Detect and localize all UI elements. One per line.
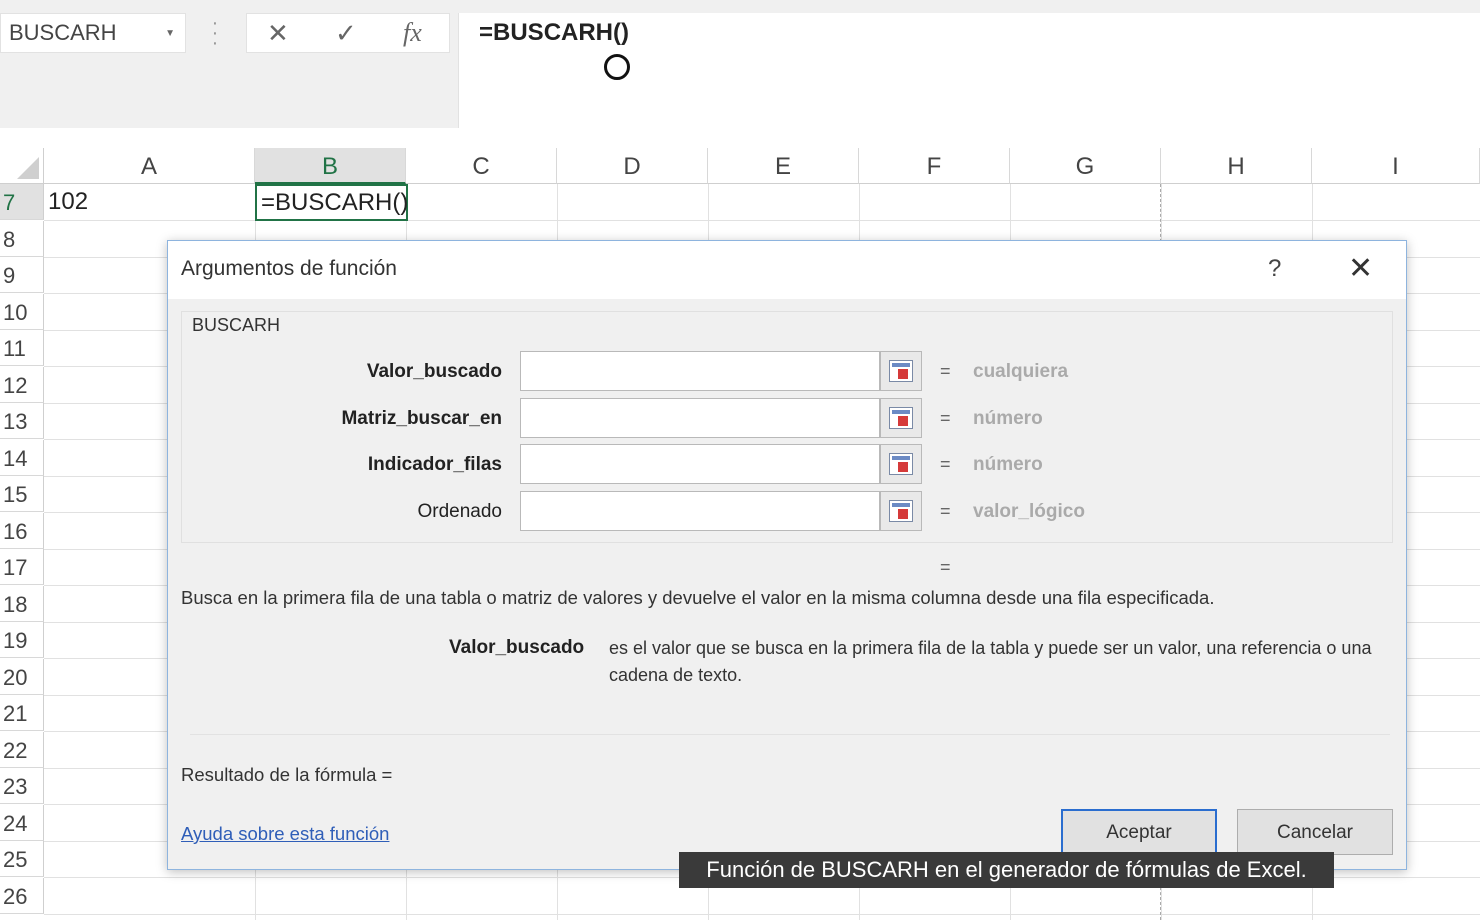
accept-button[interactable]: Aceptar xyxy=(1061,809,1217,855)
select-all-corner[interactable] xyxy=(0,148,44,184)
function-arguments-dialog: Argumentos de función ? ✕ BUSCARH Valor_… xyxy=(167,240,1407,870)
argument-label-indicador-filas: Indicador_filas xyxy=(367,454,502,475)
row-header-14[interactable]: 14 xyxy=(0,439,44,476)
column-header-d[interactable]: D xyxy=(557,148,708,184)
row-header-7[interactable]: 7 xyxy=(0,184,44,220)
column-header-g[interactable]: G xyxy=(1010,148,1161,184)
collapse-dialog-button[interactable] xyxy=(880,444,922,484)
help-link[interactable]: Ayuda sobre esta función xyxy=(181,823,389,845)
argument-input-matriz-buscar-en[interactable] xyxy=(520,398,880,438)
cell-a7[interactable]: 102 xyxy=(48,188,88,216)
row-header-23[interactable]: 23 xyxy=(0,768,44,804)
help-icon[interactable]: ? xyxy=(1268,255,1281,283)
argument-input-valor-buscado[interactable] xyxy=(520,351,880,391)
formula-buttons: ✕ ✓ fx xyxy=(246,13,450,53)
argument-help-name: Valor_buscado xyxy=(449,637,585,658)
row-header-13[interactable]: 13 xyxy=(0,403,44,439)
argument-equals: = xyxy=(940,408,951,428)
argument-help-text: es el valor que se busca en la primera f… xyxy=(609,638,1372,685)
row-header-26[interactable]: 26 xyxy=(0,877,44,914)
collapse-dialog-button[interactable] xyxy=(880,398,922,438)
row-header-21[interactable]: 21 xyxy=(0,695,44,731)
mouse-cursor-icon xyxy=(604,54,630,80)
argument-input-indicador-filas[interactable] xyxy=(520,444,880,484)
divider xyxy=(190,734,1390,735)
row-header-16[interactable]: 16 xyxy=(0,512,44,549)
cancel-icon[interactable]: ✕ xyxy=(267,18,289,49)
insert-function-icon[interactable]: fx xyxy=(403,18,422,48)
chevron-down-icon[interactable]: ▼ xyxy=(165,28,175,39)
argument-label-valor-buscado: Valor_buscado xyxy=(366,361,502,382)
close-icon[interactable]: ✕ xyxy=(1348,251,1373,286)
result-equals: = xyxy=(940,557,951,577)
column-header-i[interactable]: I xyxy=(1312,148,1480,184)
name-box-value: BUSCARH xyxy=(9,20,117,45)
cancel-button[interactable]: Cancelar xyxy=(1237,809,1393,855)
column-header-b[interactable]: B xyxy=(255,148,406,184)
column-header-h[interactable]: H xyxy=(1161,148,1312,184)
argument-label-matriz-buscar-en: Matriz_buscar_en xyxy=(341,408,502,429)
name-box[interactable]: BUSCARH ▼ xyxy=(0,13,186,53)
enter-icon[interactable]: ✓ xyxy=(335,18,357,49)
argument-equals: = xyxy=(940,501,951,521)
cell-b7-active[interactable]: =BUSCARH() xyxy=(255,184,408,221)
row-header-17[interactable]: 17 xyxy=(0,549,44,585)
row-header-24[interactable]: 24 xyxy=(0,804,44,841)
formula-result: Resultado de la fórmula = xyxy=(181,764,393,785)
row-header-8[interactable]: 8 xyxy=(0,220,44,257)
video-caption: Función de BUSCARH en el generador de fó… xyxy=(679,852,1334,888)
argument-equals: = xyxy=(940,454,951,474)
more-options-icon[interactable]: · · · xyxy=(210,13,220,53)
range-select-icon xyxy=(889,360,913,382)
row-header-18[interactable]: 18 xyxy=(0,585,44,622)
collapse-dialog-button[interactable] xyxy=(880,351,922,391)
argument-label-ordenado: Ordenado xyxy=(417,501,502,522)
row-header-12[interactable]: 12 xyxy=(0,366,44,403)
function-name: BUSCARH xyxy=(192,315,281,335)
argument-type-hint: número xyxy=(973,408,1043,429)
range-select-icon xyxy=(889,500,913,522)
column-header-c[interactable]: C xyxy=(406,148,557,184)
row-header-9[interactable]: 9 xyxy=(0,257,44,293)
argument-type-hint: número xyxy=(973,454,1043,475)
argument-type-hint: valor_lógico xyxy=(973,501,1085,522)
argument-equals: = xyxy=(940,361,951,381)
function-description: Busca en la primera fila de una tabla o … xyxy=(181,587,1215,608)
dialog-title-bar: Argumentos de función ? ✕ xyxy=(168,241,1406,299)
column-header-a[interactable]: A xyxy=(44,148,255,184)
row-header-11[interactable]: 11 xyxy=(0,330,44,366)
collapse-dialog-button[interactable] xyxy=(880,491,922,531)
row-header-19[interactable]: 19 xyxy=(0,622,44,658)
row-header-25[interactable]: 25 xyxy=(0,841,44,877)
dialog-title: Argumentos de función xyxy=(181,257,397,280)
column-header-e[interactable]: E xyxy=(708,148,859,184)
row-header-10[interactable]: 10 xyxy=(0,293,44,330)
range-select-icon xyxy=(889,407,913,429)
row-gridline xyxy=(44,913,1480,915)
formula-bar: BUSCARH ▼ · · · ✕ ✓ fx =BUSCARH() xyxy=(0,0,1480,128)
argument-input-ordenado[interactable] xyxy=(520,491,880,531)
row-header-22[interactable]: 22 xyxy=(0,731,44,768)
row-header-20[interactable]: 20 xyxy=(0,658,44,695)
argument-type-hint: cualquiera xyxy=(973,361,1069,382)
column-header-f[interactable]: F xyxy=(859,148,1010,184)
row-header-15[interactable]: 15 xyxy=(0,476,44,512)
range-select-icon xyxy=(889,453,913,475)
